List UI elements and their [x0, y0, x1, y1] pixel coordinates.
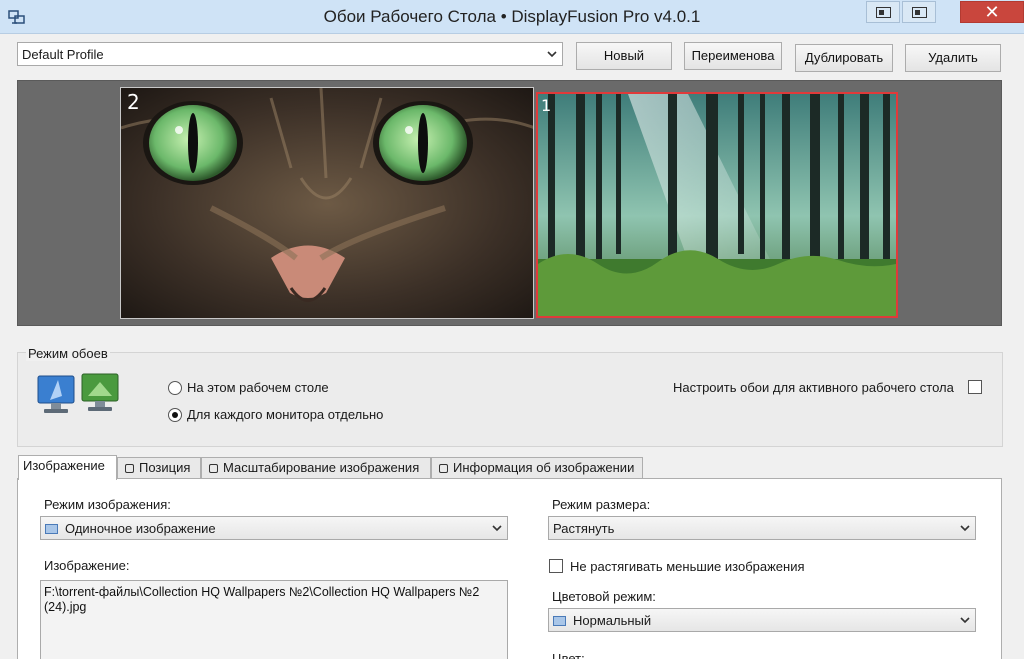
active-desktop-label[interactable]: Настроить обои для активного рабочего ст…: [673, 380, 954, 395]
close-icon: ✕: [984, 2, 1000, 22]
single-image-icon: [45, 524, 58, 534]
image-mode-select[interactable]: Одиночное изображение: [40, 516, 508, 540]
monitor-preview: 2 1: [17, 80, 1002, 326]
image-mode-label: Режим изображения:: [44, 497, 171, 512]
tab-square-icon: [125, 464, 134, 473]
tab-position[interactable]: Позиция: [117, 457, 201, 479]
no-stretch-label[interactable]: Не растягивать меньшие изображения: [570, 559, 805, 574]
delete-profile-button[interactable]: Удалить: [905, 44, 1001, 72]
tab-label: Изображение: [23, 458, 105, 473]
color-label: Цвет:: [552, 651, 585, 659]
close-button[interactable]: ✕: [960, 1, 1024, 23]
chevron-down-icon: [955, 609, 975, 631]
color-mode-select-value: Нормальный: [553, 613, 651, 628]
maximize-button[interactable]: [902, 1, 936, 23]
color-mode-icon: [553, 616, 566, 626]
wallpaper-mode-group-label: Режим обоев: [26, 346, 110, 361]
active-desktop-checkbox[interactable]: [968, 380, 982, 394]
size-mode-select-value: Растянуть: [553, 521, 615, 536]
cat-wallpaper-image: [121, 88, 533, 318]
rename-profile-button[interactable]: Переименова: [684, 42, 782, 70]
chevron-down-icon: [955, 517, 975, 539]
radio-each-monitor[interactable]: [168, 408, 182, 422]
new-profile-button[interactable]: Новый: [576, 42, 672, 70]
color-mode-select[interactable]: Нормальный: [548, 608, 976, 632]
image-path-field[interactable]: F:\torrent-файлы\Collection HQ Wallpaper…: [40, 580, 508, 659]
tab-label: Позиция: [139, 460, 191, 475]
size-mode-select[interactable]: Растянуть: [548, 516, 976, 540]
size-mode-label: Режим размера:: [552, 497, 651, 512]
tab-square-icon: [439, 464, 448, 473]
no-stretch-checkbox[interactable]: [549, 559, 563, 573]
tab-label: Информация об изображении: [453, 460, 635, 475]
profile-select[interactable]: Default Profile: [17, 42, 563, 66]
chevron-down-icon: [487, 517, 507, 539]
image-path-label: Изображение:: [44, 558, 130, 573]
chevron-down-icon: [542, 43, 562, 65]
wallpaper-mode-group: [17, 352, 1003, 447]
radio-this-desktop[interactable]: [168, 381, 182, 395]
radio-this-desktop-label[interactable]: На этом рабочем столе: [187, 380, 329, 395]
title-bar: Обои Рабочего Стола • DisplayFusion Pro …: [0, 0, 1024, 34]
color-mode-label: Цветовой режим:: [552, 589, 656, 604]
profile-select-value: Default Profile: [22, 47, 104, 62]
tab-image[interactable]: Изображение: [18, 455, 117, 480]
duplicate-profile-button[interactable]: Дублировать: [795, 44, 893, 72]
monitor-number: 1: [541, 96, 552, 115]
window-icon: [876, 7, 891, 18]
tab-square-icon: [209, 464, 218, 473]
monitor-2-preview[interactable]: 2: [120, 87, 534, 319]
radio-each-monitor-label[interactable]: Для каждого монитора отдельно: [187, 407, 383, 422]
restore-button[interactable]: [866, 1, 900, 23]
window-icon: [912, 7, 927, 18]
tab-image-info[interactable]: Информация об изображении: [431, 457, 643, 479]
tab-label: Масштабирование изображения: [223, 460, 420, 475]
forest-wallpaper-image: [538, 94, 896, 316]
image-mode-select-value: Одиночное изображение: [45, 521, 216, 536]
monitor-1-preview[interactable]: 1: [536, 92, 898, 318]
monitor-number: 2: [127, 90, 140, 114]
tab-scaling[interactable]: Масштабирование изображения: [201, 457, 431, 479]
monitors-icon: [37, 373, 119, 413]
